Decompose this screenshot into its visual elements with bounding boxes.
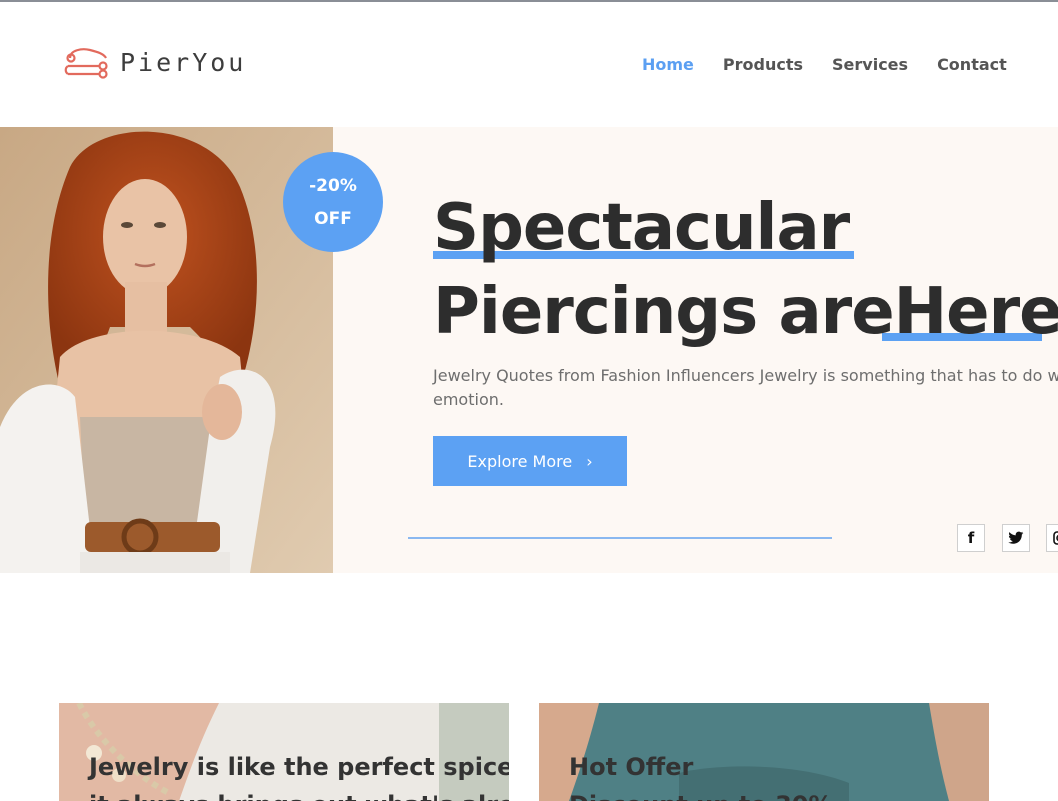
- nav-services[interactable]: Services: [832, 55, 908, 74]
- twitter-icon[interactable]: [1002, 524, 1030, 552]
- card-jewelry-subtitle: it always brings out what's already: [89, 791, 509, 801]
- promo-card-jewelry[interactable]: Jewelry is like the perfect spice it alw…: [59, 703, 509, 801]
- nav-contact[interactable]: Contact: [937, 55, 1007, 74]
- badge-percent: -20%: [309, 176, 357, 196]
- logo[interactable]: PierYou: [64, 44, 246, 80]
- chevron-right-icon: ›: [586, 451, 593, 471]
- card-hot-offer-title: Hot Offer: [569, 753, 694, 781]
- hot-offer-photo: [539, 703, 989, 801]
- discount-badge: -20% OFF: [283, 152, 383, 252]
- logo-icon: [64, 48, 108, 79]
- hero-title-line2: Piercings areHere: [433, 280, 1058, 344]
- nav-home[interactable]: Home: [642, 55, 694, 74]
- badge-off: OFF: [314, 209, 352, 229]
- explore-more-button[interactable]: Explore More ›: [433, 436, 627, 486]
- hero-description-line1: Jewelry Quotes from Fashion Influencers …: [433, 366, 1058, 385]
- card-jewelry-title: Jewelry is like the perfect spice: [89, 753, 509, 781]
- brand-name: PierYou: [120, 47, 247, 77]
- card-hot-offer-subtitle: Discount up to 30%: [569, 791, 833, 801]
- hero-description: Jewelry Quotes from Fashion Influencers …: [433, 364, 1058, 412]
- hero-title-highlight: Here: [893, 275, 1058, 349]
- top-border: [0, 0, 1058, 2]
- instagram-icon[interactable]: [1046, 524, 1058, 552]
- hero-title-text: Piercings are: [433, 275, 895, 349]
- explore-more-label: Explore More: [467, 451, 573, 471]
- facebook-icon[interactable]: f: [957, 524, 985, 552]
- hero-description-line2: emotion.: [433, 390, 504, 409]
- main-nav: Home Products Services Contact: [642, 55, 1036, 74]
- hero-title-line1: Spectacular: [433, 191, 850, 265]
- nav-products[interactable]: Products: [723, 55, 803, 74]
- promo-card-hot-offer[interactable]: Hot Offer Discount up to 30%: [539, 703, 989, 801]
- necklace-photo: [59, 703, 509, 801]
- hero-divider: [408, 537, 832, 539]
